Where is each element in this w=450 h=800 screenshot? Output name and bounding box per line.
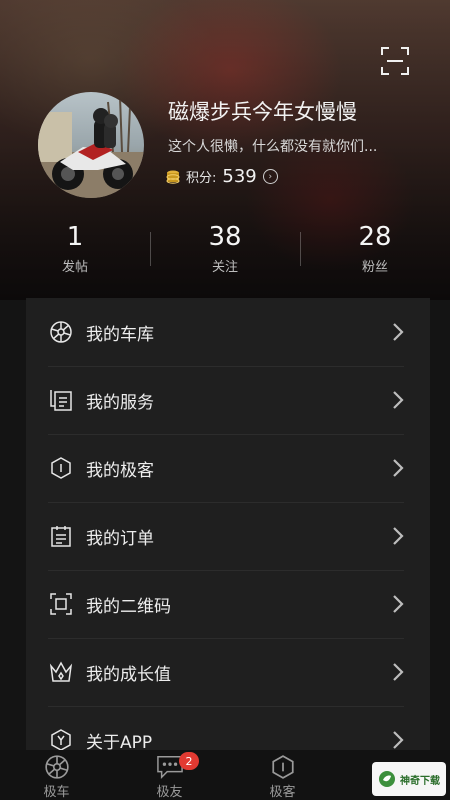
stat-posts[interactable]: 1 发帖 xyxy=(0,222,150,282)
username[interactable]: 磁爆步兵今年女慢慢 xyxy=(168,96,357,126)
stat-following[interactable]: 38 关注 xyxy=(150,222,300,282)
tab-label: 极友 xyxy=(156,785,183,800)
points-arrow-icon: › xyxy=(262,169,278,184)
tab-label: 极车 xyxy=(43,785,70,800)
menu-item-service[interactable]: 我的服务 xyxy=(26,366,430,434)
stats-bar: 1 发帖 38 关注 28 粉丝 xyxy=(0,222,450,282)
wheel-icon xyxy=(48,319,74,345)
watermark-text: 神奇下载 xyxy=(400,775,440,787)
menu-item-label: 我的服务 xyxy=(86,392,154,413)
tab-car[interactable]: 极车 xyxy=(0,750,113,800)
coin-icon xyxy=(166,170,180,184)
tab-friends[interactable]: 2 极友 xyxy=(113,750,226,800)
tab-label: 极客 xyxy=(269,785,296,800)
menu-item-qrcode[interactable]: 我的二维码 xyxy=(26,570,430,638)
stat-followers-label: 粉丝 xyxy=(361,260,388,275)
menu-item-label: 我的车库 xyxy=(86,324,154,345)
menu-item-about[interactable]: 关于APP xyxy=(26,706,430,750)
stat-followers-value: 28 xyxy=(358,222,392,252)
chevron-right-icon xyxy=(393,459,404,477)
menu-item-label: 我的极客 xyxy=(86,460,154,481)
points-row[interactable]: 积分: 539 › xyxy=(166,166,278,187)
bio-text: 这个人很懒，什么都没有就你们... xyxy=(168,139,378,155)
about-app-icon xyxy=(48,727,74,750)
scan-icon xyxy=(381,47,409,75)
stat-following-value: 38 xyxy=(208,222,242,252)
points-label: 积分: xyxy=(186,171,217,186)
qrcode-frame-icon xyxy=(48,591,74,617)
scan-button[interactable] xyxy=(380,46,410,76)
menu-item-label: 我的二维码 xyxy=(86,596,171,617)
points-value: 539 xyxy=(222,166,257,187)
tab-geek[interactable]: 极客 xyxy=(226,750,339,800)
menu-item-geek[interactable]: 我的极客 xyxy=(26,434,430,502)
hexagon-info-icon xyxy=(48,455,74,481)
hexagon-icon xyxy=(271,755,294,779)
chevron-right-icon xyxy=(393,731,404,749)
leaf-logo-icon xyxy=(379,771,395,787)
wheel-icon xyxy=(44,755,69,779)
chevron-right-icon xyxy=(393,391,404,409)
menu-item-garage[interactable]: 我的车库 xyxy=(26,298,430,366)
menu-list: 我的车库 我的服务 我的极客 我的订单 我的二维码 我的成长值 关于APP xyxy=(26,298,430,750)
chevron-right-icon xyxy=(393,323,404,341)
chevron-right-icon xyxy=(393,663,404,681)
menu-item-growth[interactable]: 我的成长值 xyxy=(26,638,430,706)
watermark-logo: 神奇下载 xyxy=(372,762,446,796)
stat-posts-label: 发帖 xyxy=(61,260,88,275)
stat-following-label: 关注 xyxy=(211,260,238,275)
notification-badge: 2 xyxy=(179,752,199,770)
avatar[interactable] xyxy=(38,92,144,198)
crown-icon xyxy=(48,659,74,685)
stat-followers[interactable]: 28 粉丝 xyxy=(300,222,450,282)
menu-item-label: 我的订单 xyxy=(86,528,154,549)
menu-item-label: 关于APP xyxy=(86,732,153,751)
service-icon xyxy=(48,387,74,413)
chevron-right-icon xyxy=(393,595,404,613)
menu-item-label: 我的成长值 xyxy=(86,664,171,685)
menu-item-orders[interactable]: 我的订单 xyxy=(26,502,430,570)
order-icon xyxy=(48,523,74,549)
stat-posts-value: 1 xyxy=(66,222,84,252)
chevron-right-icon xyxy=(393,527,404,545)
